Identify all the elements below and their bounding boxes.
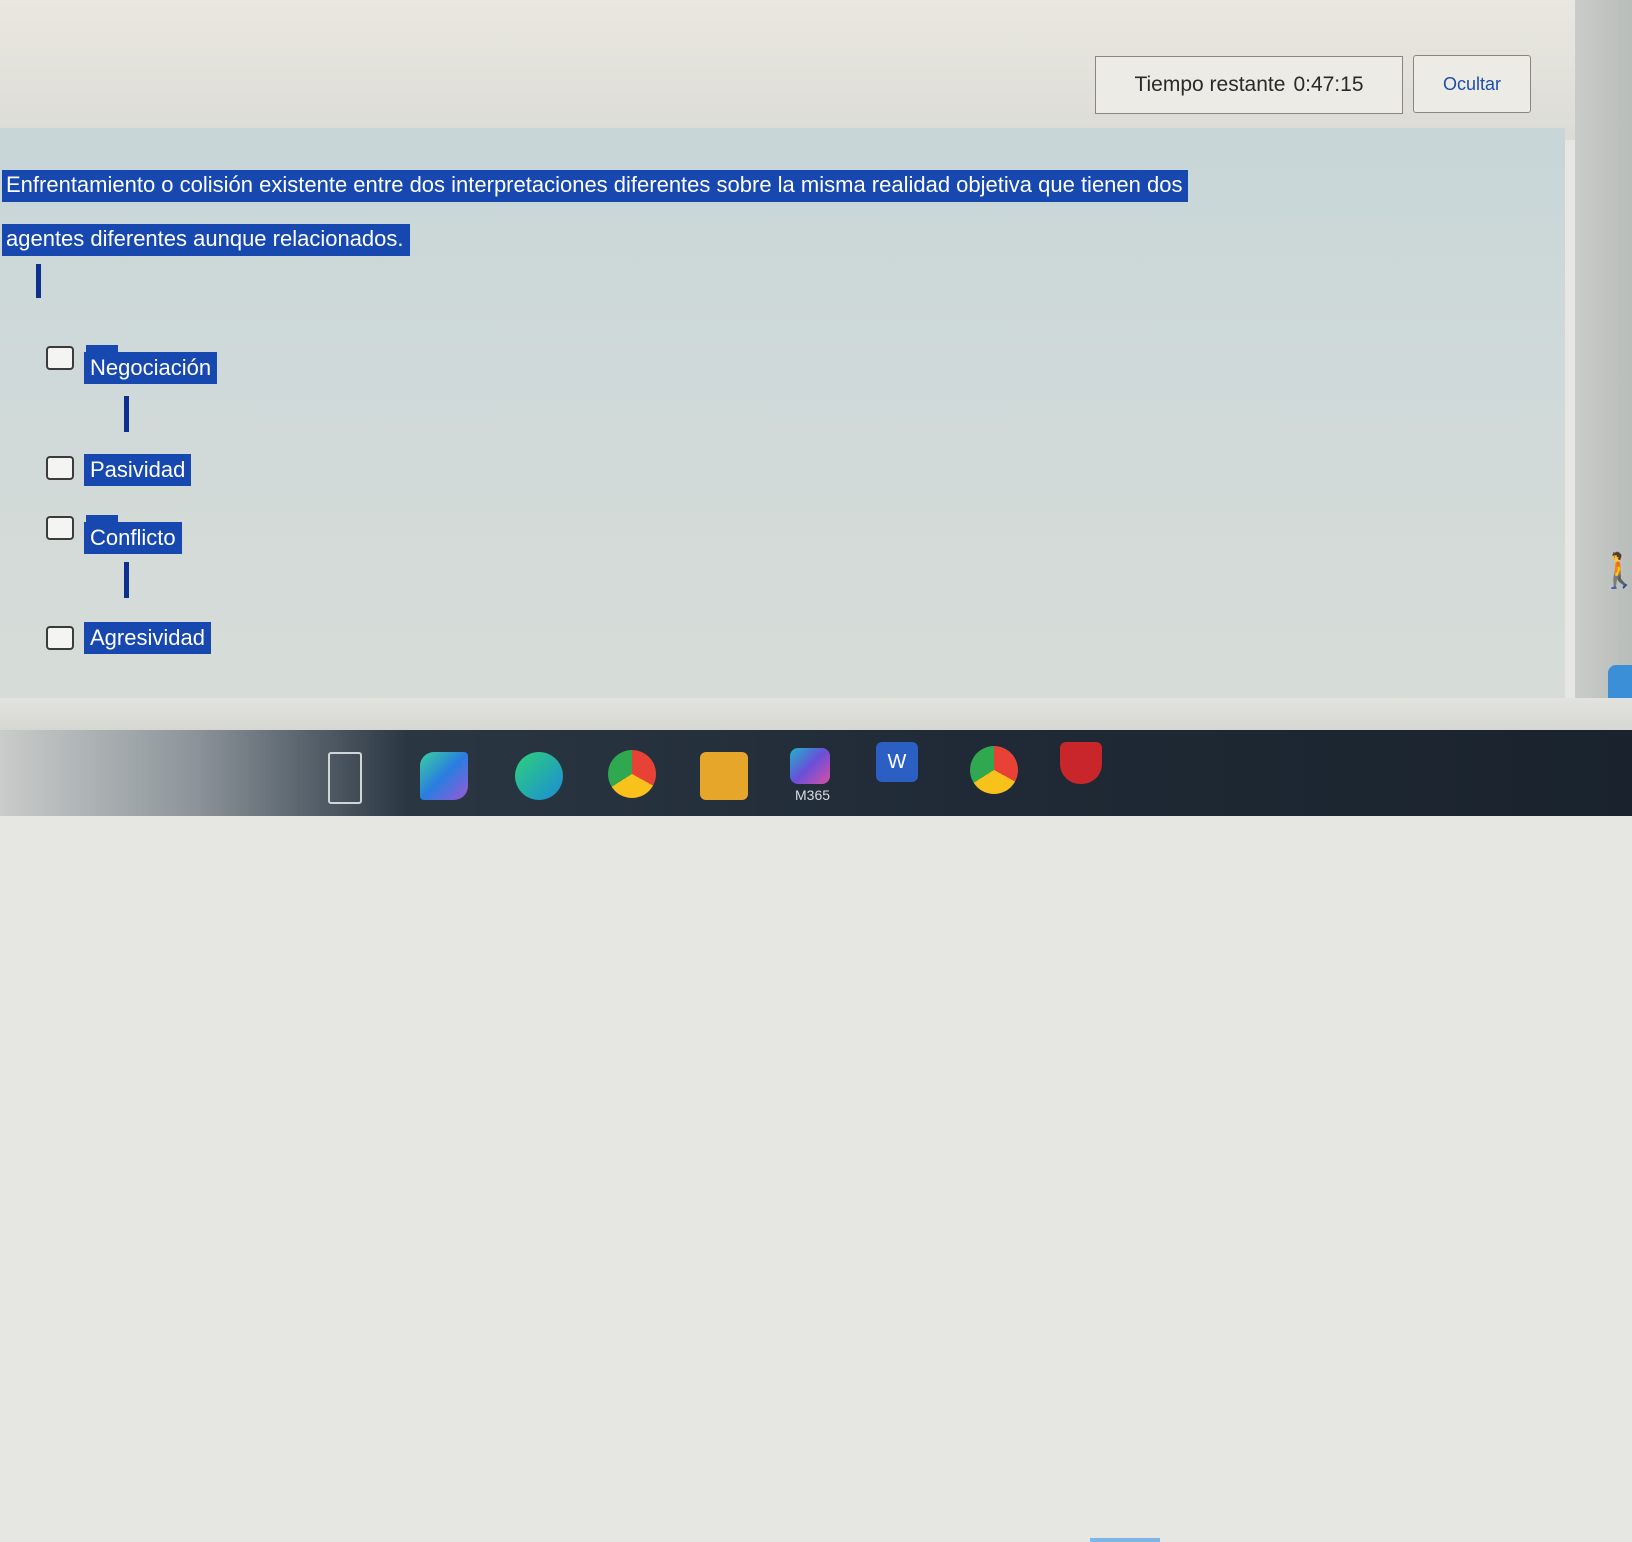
m365-icon[interactable]: [790, 748, 830, 784]
answer-checkbox-c[interactable]: [46, 516, 74, 540]
answer-checkbox-a[interactable]: [46, 346, 74, 370]
answer-checkbox-d[interactable]: [46, 626, 74, 650]
copilot-icon[interactable]: [420, 752, 468, 800]
task-view-icon[interactable]: [328, 752, 362, 804]
time-remaining-label: Tiempo restante: [1134, 73, 1286, 96]
active-app-indicator: [1090, 1538, 1160, 1542]
answer-text-b[interactable]: Pasividad: [84, 454, 192, 486]
answer-text-c[interactable]: Conflicto: [84, 522, 182, 554]
answer-text-a[interactable]: Negociación: [84, 352, 218, 384]
time-remaining-box: Tiempo restante 0:47:15: [1095, 56, 1403, 114]
answer-checkbox-b[interactable]: [46, 456, 74, 480]
text-selection-caret: [36, 264, 41, 298]
word-icon[interactable]: W: [876, 742, 918, 782]
right-margin: [1575, 0, 1632, 740]
mcafee-icon[interactable]: [1060, 742, 1102, 784]
question-text-line-1: Enfrentamiento o colisión existente entr…: [2, 170, 1189, 202]
file-explorer-icon[interactable]: [700, 752, 748, 800]
m365-label: M365: [795, 787, 831, 803]
text-selection-caret: [124, 562, 129, 598]
edge-icon[interactable]: [515, 752, 563, 800]
hide-timer-button[interactable]: Ocultar: [1413, 55, 1531, 113]
question-card: Enfrentamiento o colisión existente entr…: [0, 128, 1565, 699]
question-text-line-2: agentes diferentes aunque relacionados.: [2, 224, 410, 256]
taskbar: M365 W: [0, 730, 1632, 1542]
chrome-icon[interactable]: [970, 746, 1018, 794]
text-selection-caret: [124, 396, 129, 432]
answer-text-d[interactable]: Agresividad: [84, 622, 211, 654]
accessibility-icon[interactable]: 🚶: [1598, 548, 1632, 594]
chrome-icon[interactable]: [608, 750, 656, 798]
word-letter: W: [887, 751, 907, 773]
time-remaining-value: 0:47:15: [1293, 73, 1364, 96]
